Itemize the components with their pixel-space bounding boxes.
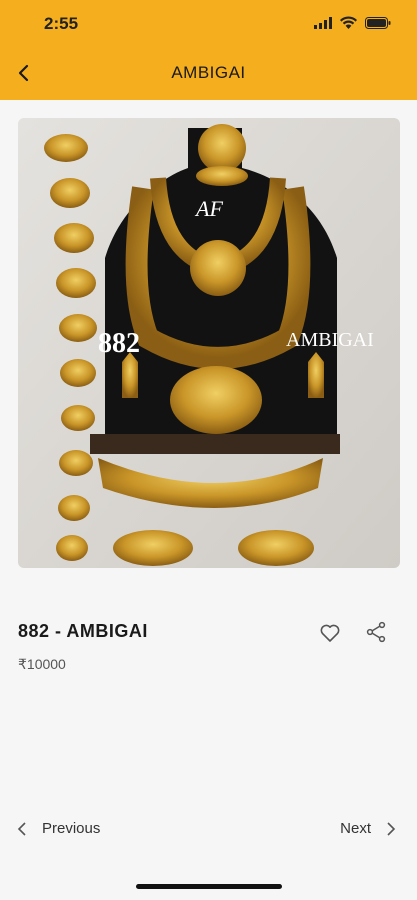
status-icons	[314, 16, 391, 29]
heart-icon[interactable]	[318, 621, 342, 645]
image-logo-text: AF	[194, 196, 223, 221]
battery-icon	[365, 16, 391, 29]
signal-icon	[314, 16, 332, 29]
image-brand-text: AMBIGAI	[286, 329, 374, 351]
previous-button[interactable]: Previous	[16, 820, 100, 837]
share-icon[interactable]	[364, 620, 388, 644]
wifi-icon	[340, 16, 357, 29]
next-label: Next	[340, 820, 371, 837]
product-price: ₹10000	[18, 656, 66, 672]
home-indicator	[136, 884, 282, 889]
product-title: 882 - AMBIGAI	[18, 621, 148, 641]
app-header: 2:55 AMBIGAI	[0, 0, 417, 100]
product-image[interactable]: AF 882 AMBIGAI	[18, 118, 400, 568]
previous-label: Previous	[42, 820, 101, 837]
chevron-right-icon	[387, 821, 396, 836]
page-title: AMBIGAI	[171, 63, 246, 82]
next-button[interactable]: Next	[340, 820, 397, 837]
chevron-left-icon	[17, 821, 26, 836]
status-time: 2:55	[44, 14, 79, 33]
image-code-text: 882	[98, 328, 140, 359]
